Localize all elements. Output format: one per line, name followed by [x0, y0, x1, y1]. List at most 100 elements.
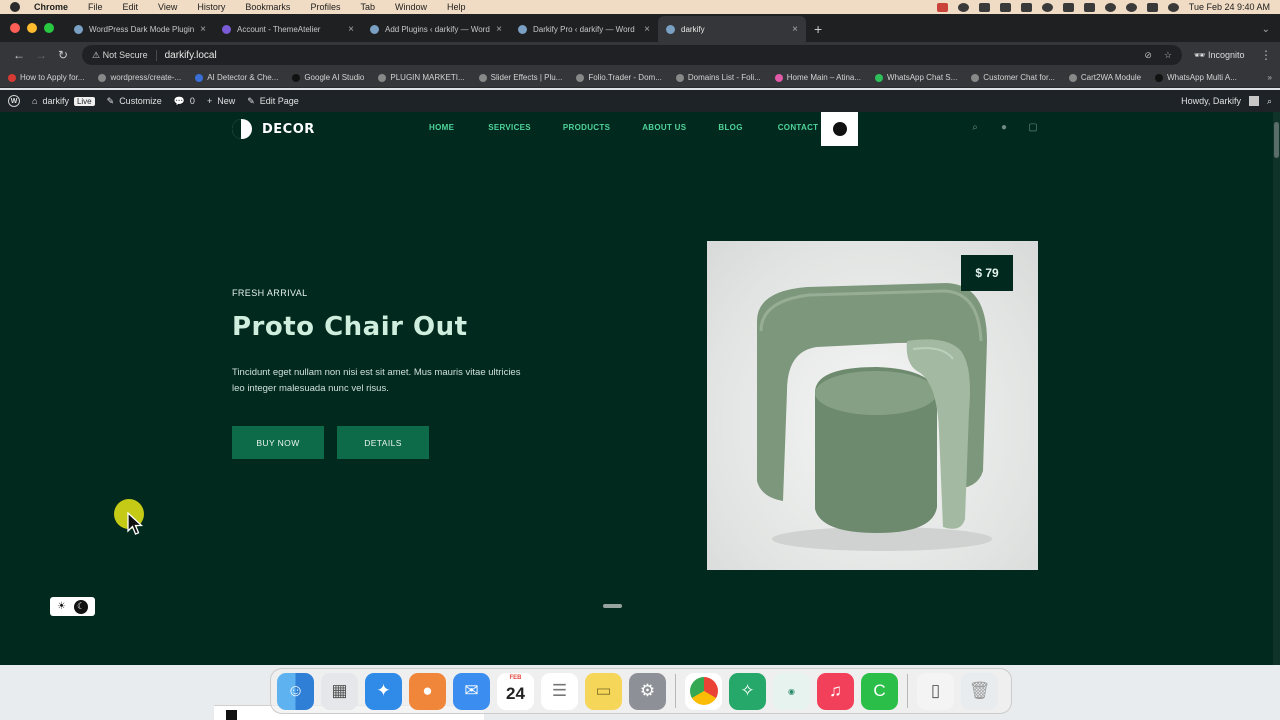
browser-menu-icon[interactable]: ⋮	[1260, 48, 1272, 62]
back-arrow-icon[interactable]: ←	[8, 48, 30, 62]
search-icon[interactable]: ⌕	[969, 122, 981, 133]
reminders-icon[interactable]: ☰	[541, 672, 578, 710]
theme-switch-widget[interactable]: ☀ ☾	[50, 597, 95, 616]
chrome-icon[interactable]	[685, 672, 722, 710]
safari-icon[interactable]: ✦	[365, 672, 402, 710]
maximize-window-icon[interactable]	[44, 23, 54, 33]
dark-mode-toggle-button[interactable]	[821, 112, 858, 146]
bookmark-item[interactable]: PLUGIN MARKETI...	[378, 73, 465, 82]
browser-tab[interactable]: WordPress Dark Mode Plugin ×	[66, 16, 214, 42]
moon-icon[interactable]: ☾	[73, 599, 88, 614]
keyboard-input-icon[interactable]	[1083, 2, 1095, 12]
bookmark-item[interactable]: WhatsApp Multi A...	[1155, 73, 1237, 82]
battery-icon[interactable]	[1062, 2, 1074, 12]
bookmark-item[interactable]: Domains List - Foli...	[675, 73, 761, 82]
wp-howdy-user[interactable]: Howdy, Darkify	[1181, 96, 1241, 106]
wp-new-link[interactable]: + New	[207, 96, 235, 106]
bookmark-item[interactable]: Home Main – Atina...	[774, 73, 861, 82]
new-tab-icon[interactable]: +	[806, 16, 830, 42]
bookmark-item[interactable]: AI Detector & Che...	[195, 73, 278, 82]
tab-close-icon[interactable]: ×	[496, 24, 502, 35]
nav-products[interactable]: PRODUCTS	[563, 123, 610, 132]
mail-icon[interactable]: ✉	[453, 672, 490, 710]
archive-file-icon[interactable]: ▯	[917, 672, 954, 710]
browser-tab[interactable]: Account - ThemeAtelier ×	[214, 16, 362, 42]
status-app-icon[interactable]	[978, 2, 990, 12]
menu-file[interactable]: File	[88, 2, 103, 12]
calendar-icon[interactable]: FEB 24	[497, 672, 534, 710]
menu-bookmarks[interactable]: Bookmarks	[245, 2, 290, 12]
minimize-window-icon[interactable]	[27, 23, 37, 33]
apple-icon[interactable]	[10, 2, 20, 12]
bookmark-star-icon[interactable]: ☆	[1164, 50, 1172, 61]
menubar-clock[interactable]: Tue Feb 24 9:40 AM	[1189, 2, 1270, 12]
wp-customize-link[interactable]: ✎ Customize	[107, 96, 162, 107]
tab-search-chevron-icon[interactable]: ⌄	[1262, 16, 1270, 42]
user-icon[interactable]: ●	[998, 122, 1010, 133]
notes-icon[interactable]: ▭	[585, 672, 622, 710]
menu-app-chrome[interactable]: Chrome	[34, 2, 68, 12]
menu-edit[interactable]: Edit	[123, 2, 139, 12]
bookmark-item[interactable]: Cart2WA Module	[1068, 73, 1141, 82]
tab-close-icon[interactable]: ×	[644, 24, 650, 35]
wifi-icon[interactable]	[1104, 2, 1116, 12]
forward-arrow-icon[interactable]: →	[30, 48, 52, 62]
nav-contact[interactable]: CONTACT	[778, 123, 819, 132]
camtasia-icon[interactable]: C	[861, 672, 898, 710]
play-icon[interactable]	[1041, 2, 1053, 12]
bookmark-item[interactable]: How to Apply for...	[8, 73, 84, 82]
tab-close-icon[interactable]: ×	[200, 24, 206, 35]
nav-about-us[interactable]: ABOUT US	[642, 123, 686, 132]
bookmark-item[interactable]: Google AI Studio	[292, 73, 364, 82]
bookmark-item[interactable]: Folio.Trader - Dom...	[576, 73, 662, 82]
trash-icon[interactable]: 🗑	[961, 672, 998, 710]
nav-blog[interactable]: BLOG	[718, 123, 742, 132]
eye-off-icon[interactable]: ⊘	[1144, 50, 1152, 61]
menu-view[interactable]: View	[158, 2, 177, 12]
avatar[interactable]	[1248, 96, 1259, 106]
menu-help[interactable]: Help	[447, 2, 466, 12]
launchpad-icon[interactable]: ▦	[321, 672, 358, 710]
wordpress-logo-icon[interactable]: W	[8, 95, 20, 107]
site-logo[interactable]: DECOR	[232, 119, 315, 139]
dropbox-icon[interactable]	[999, 2, 1011, 12]
wp-site-name-link[interactable]: ⌂ darkify Live	[32, 96, 95, 106]
search-icon[interactable]: ⌕	[1267, 96, 1272, 107]
siri-icon[interactable]	[1167, 2, 1179, 12]
tab-close-icon[interactable]: ×	[348, 24, 354, 35]
firefox-icon[interactable]: ●	[409, 672, 446, 710]
cart-icon[interactable]: ▢	[1027, 122, 1039, 133]
browser-tab-active[interactable]: darkify ×	[658, 16, 806, 42]
creative-cloud-icon[interactable]	[957, 2, 969, 12]
menu-history[interactable]: History	[197, 2, 225, 12]
screen-icon[interactable]	[1020, 2, 1032, 12]
incognito-indicator[interactable]: 🕶 Incognito	[1194, 50, 1244, 61]
address-bar[interactable]: ⚠ Not Secure darkify.local ⊘ ☆	[82, 45, 1182, 65]
url-text[interactable]: darkify.local	[165, 50, 217, 61]
not-secure-indicator[interactable]: ⚠ Not Secure	[92, 49, 157, 61]
details-button[interactable]: DETAILS	[337, 426, 429, 459]
browser-tab[interactable]: Add Plugins ‹ darkify — Word ×	[362, 16, 510, 42]
nav-home[interactable]: HOME	[429, 123, 454, 132]
network-app-icon[interactable]: ✧	[729, 672, 766, 710]
spotlight-search-icon[interactable]	[1125, 2, 1137, 12]
bookmarks-overflow-icon[interactable]: »	[1268, 73, 1272, 82]
music-icon[interactable]: ♫	[817, 672, 854, 710]
page-scrollbar[interactable]	[1273, 112, 1280, 665]
buy-now-button[interactable]: BUY NOW	[232, 426, 324, 459]
scrollbar-thumb[interactable]	[1274, 122, 1279, 158]
browser-tab[interactable]: Darkify Pro ‹ darkify — Word ×	[510, 16, 658, 42]
bookmark-item[interactable]: Customer Chat for...	[971, 73, 1055, 82]
nav-services[interactable]: SERVICES	[488, 123, 531, 132]
wp-comments-link[interactable]: 💬 0	[174, 96, 195, 107]
bookmark-item[interactable]: Slider Effects | Plu...	[478, 73, 562, 82]
tab-close-icon[interactable]: ×	[792, 24, 798, 35]
close-window-icon[interactable]	[10, 23, 20, 33]
clean-reserve-icon[interactable]: ◉	[773, 672, 810, 710]
status-app-icon[interactable]	[936, 2, 948, 12]
menu-window[interactable]: Window	[395, 2, 427, 12]
control-center-icon[interactable]	[1146, 2, 1158, 12]
menu-tab[interactable]: Tab	[360, 2, 375, 12]
finder-icon[interactable]: ☺	[277, 672, 314, 710]
bookmark-item[interactable]: wordpress/create-...	[98, 73, 181, 82]
